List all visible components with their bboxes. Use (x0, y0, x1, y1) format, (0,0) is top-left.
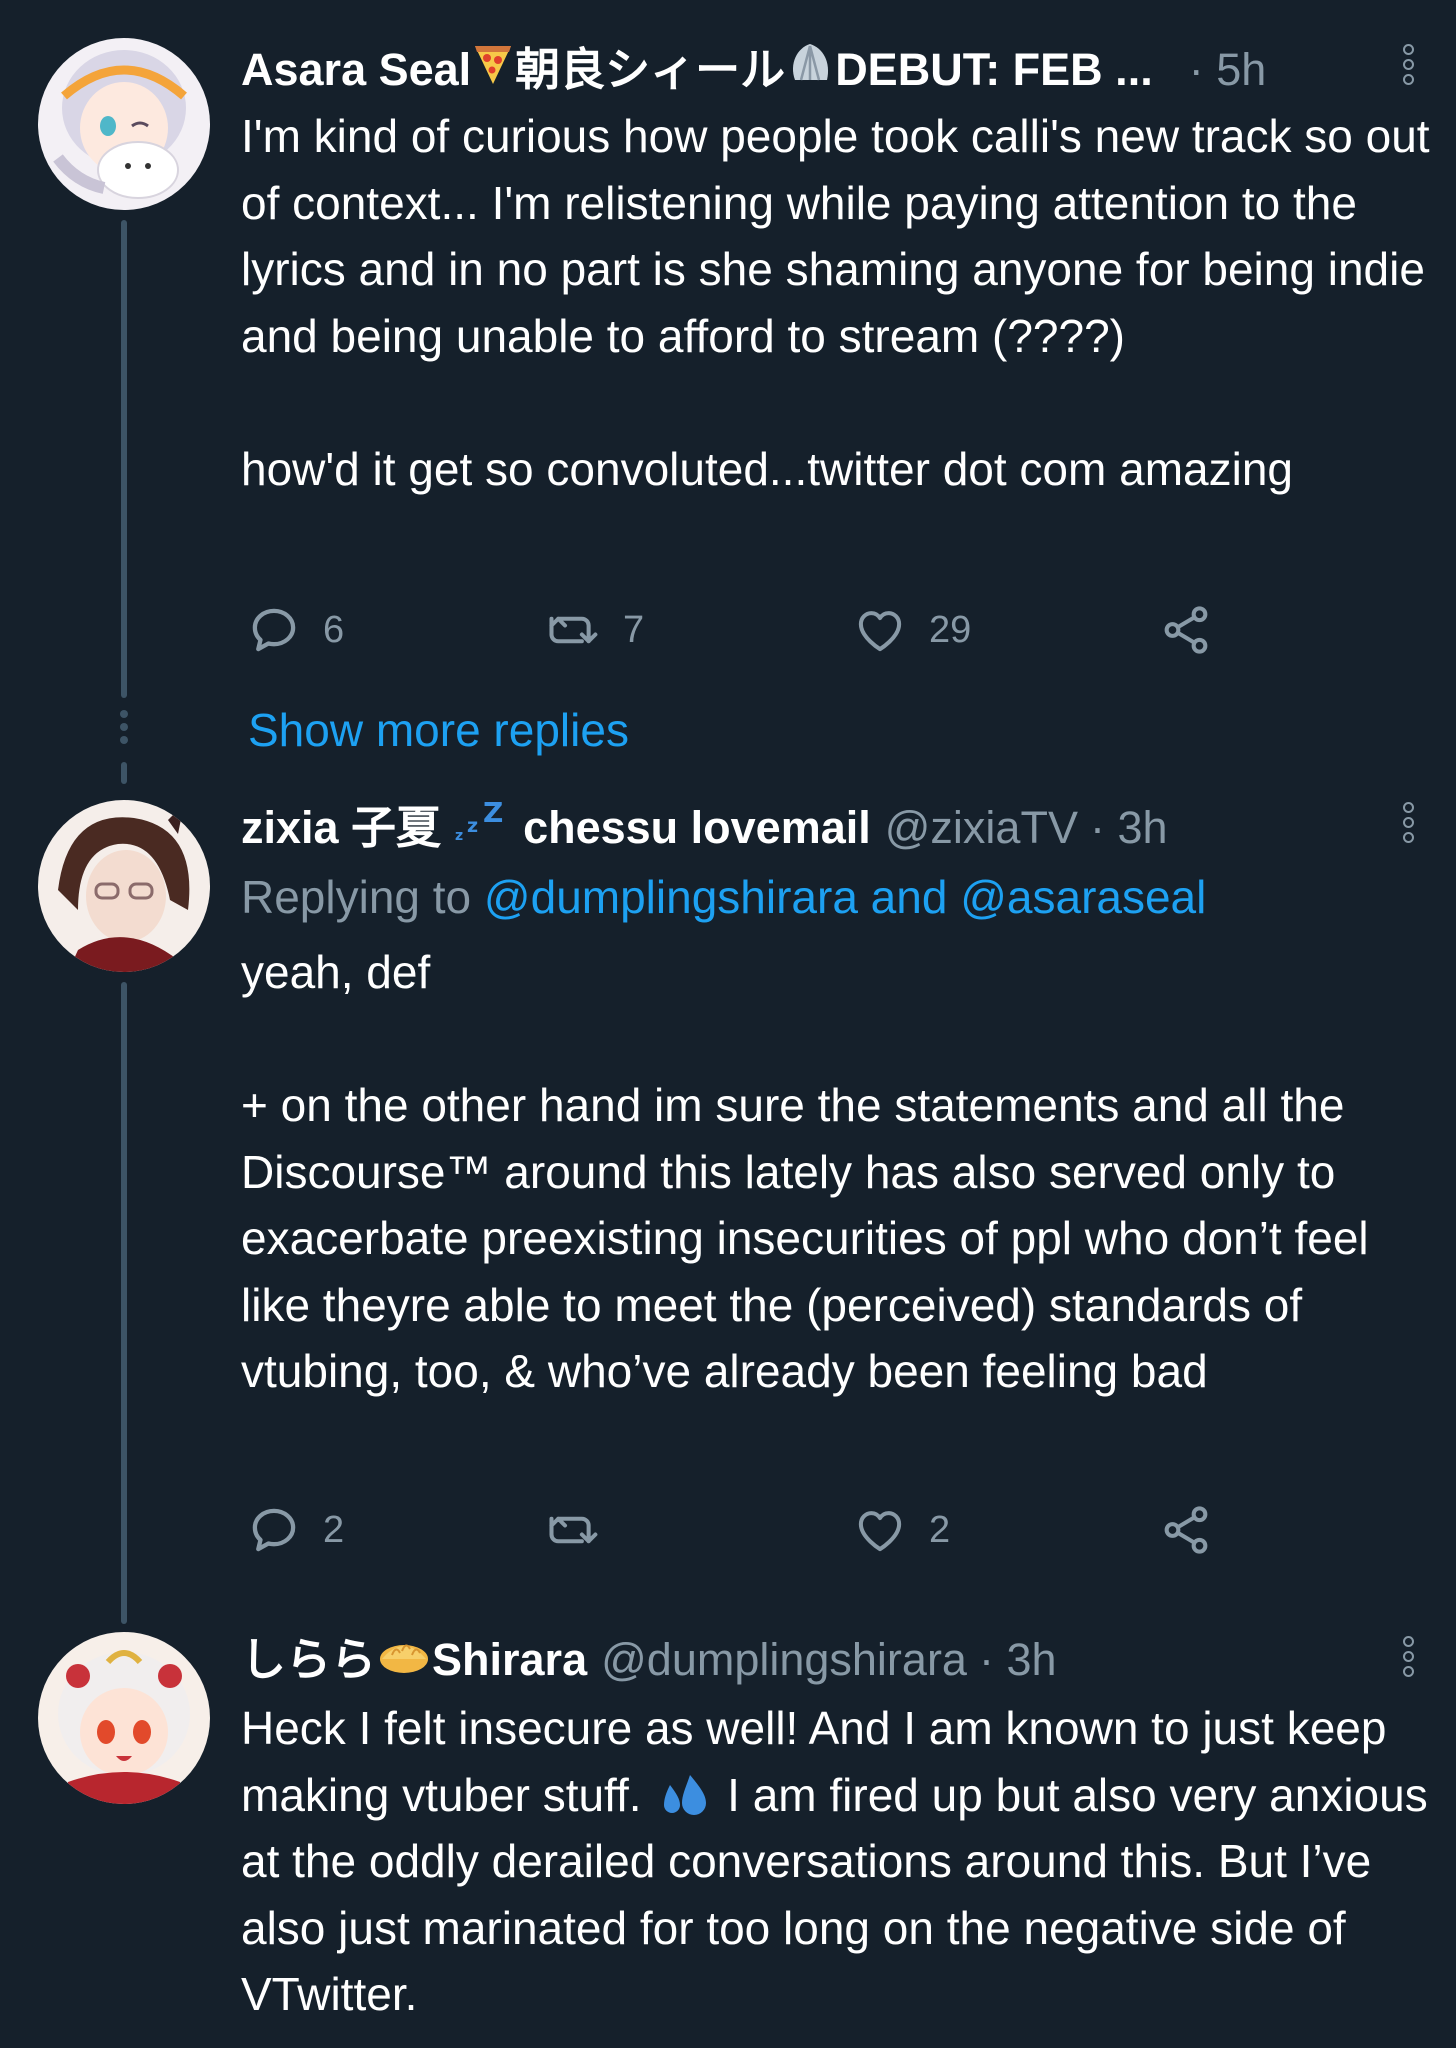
sweat-droplets-emoji (656, 1762, 712, 1829)
reply-button[interactable]: 2 (247, 1500, 344, 1560)
replying-to-prefix: Replying to (241, 871, 472, 923)
tweet-body: Heck I felt insecure as well! And I am k… (241, 1695, 1436, 2028)
display-name[interactable]: Asara Seal (241, 40, 471, 100)
more-vertical-icon[interactable] (1400, 1636, 1416, 1680)
like-button[interactable]: 29 (853, 600, 971, 660)
tweet-actions: 2 2 (241, 1500, 1241, 1560)
thread-line (121, 220, 127, 698)
svg-text:z: z (455, 828, 463, 844)
dumpling-emoji (378, 1630, 430, 1690)
tweet-text-spacer (241, 369, 1436, 436)
reply-icon (252, 608, 296, 652)
tweet-actions: 6 7 29 (241, 600, 1241, 660)
svg-text:Z: Z (483, 798, 503, 829)
tweet-body: yeah, def + on the other hand im sure th… (241, 939, 1436, 1405)
tweet-header: zixia 子夏 zzZ chessu lovemail @zixiaTV · … (241, 796, 1168, 859)
display-name-tail[interactable]: DEBUT: FEB ... (835, 40, 1153, 100)
zzz-emoji: zzZ (455, 796, 509, 859)
display-name-japanese[interactable]: 朝良シィール (515, 40, 785, 100)
retweet-icon (549, 1516, 598, 1544)
thread-gap-dots (118, 710, 130, 749)
reply-count: 2 (323, 1508, 345, 1551)
reply-button[interactable]: 6 (247, 600, 344, 660)
retweet-button[interactable] (547, 1500, 623, 1560)
avatar-asara[interactable] (38, 38, 210, 210)
more-vertical-icon[interactable] (1400, 44, 1416, 88)
tweet-header: しらら Shirara @dumplingshirara · 3h (241, 1630, 1057, 1690)
like-count: 2 (929, 1508, 951, 1551)
reply-count: 6 (323, 608, 345, 651)
pizza-emoji (473, 40, 513, 101)
share-icon (1164, 1506, 1208, 1554)
share-button[interactable] (1159, 600, 1235, 660)
tweet-text: yeah, def (241, 946, 431, 998)
display-name-tail[interactable]: Shirara (432, 1630, 587, 1690)
retweet-count: 7 (623, 608, 645, 651)
user-handle[interactable]: @dumplingshirara (601, 1630, 967, 1690)
shell-emoji (787, 40, 833, 101)
share-icon (1164, 606, 1208, 654)
tweet-time[interactable]: · 3h (1090, 798, 1168, 858)
tweet-body: I'm kind of curious how people took call… (241, 103, 1436, 502)
avatar-shirara[interactable] (38, 1632, 210, 1804)
retweet-icon (549, 616, 598, 644)
reply-icon (252, 1508, 296, 1552)
tweet-text: Heck I felt insecure as well! And I am k… (241, 1695, 1436, 2028)
retweet-button[interactable]: 7 (547, 600, 644, 660)
show-more-replies-link[interactable]: Show more replies (248, 700, 629, 760)
share-button[interactable] (1159, 1500, 1235, 1560)
display-name[interactable]: zixia 子夏 (241, 798, 441, 858)
tweet-time[interactable]: · 5h (1189, 40, 1267, 100)
svg-text:z: z (467, 815, 478, 837)
display-name-tail[interactable]: chessu lovemail (523, 798, 871, 858)
display-name[interactable]: しらら (241, 1630, 376, 1690)
reply-thread: Asara Seal 朝良シィール DEBUT: FEB ... · 5h I'… (0, 0, 1456, 2048)
thread-line (121, 982, 127, 1624)
tweet-text: I'm kind of curious how people took call… (241, 110, 1430, 362)
thread-line (121, 762, 127, 784)
tweet-time[interactable]: · 3h (979, 1630, 1057, 1690)
like-count: 29 (929, 608, 972, 651)
like-button[interactable]: 2 (853, 1500, 950, 1560)
avatar-zixia[interactable] (38, 800, 210, 972)
tweet-text: how'd it get so convoluted...twitter dot… (241, 442, 1293, 495)
heart-icon (858, 1511, 902, 1552)
replying-to-handles[interactable]: @dumplingshirara and @asaraseal (484, 871, 1206, 923)
tweet-header: Asara Seal 朝良シィール DEBUT: FEB ... · 5h (241, 40, 1266, 100)
user-handle[interactable]: @zixiaTV (885, 798, 1078, 858)
heart-icon (858, 611, 902, 652)
replying-to: Replying to @dumplingshirara and @asaras… (241, 864, 1206, 930)
more-vertical-icon[interactable] (1400, 802, 1416, 846)
tweet-text-spacer (241, 1006, 1436, 1073)
tweet-text: + on the other hand im sure the statemen… (241, 1079, 1369, 1397)
